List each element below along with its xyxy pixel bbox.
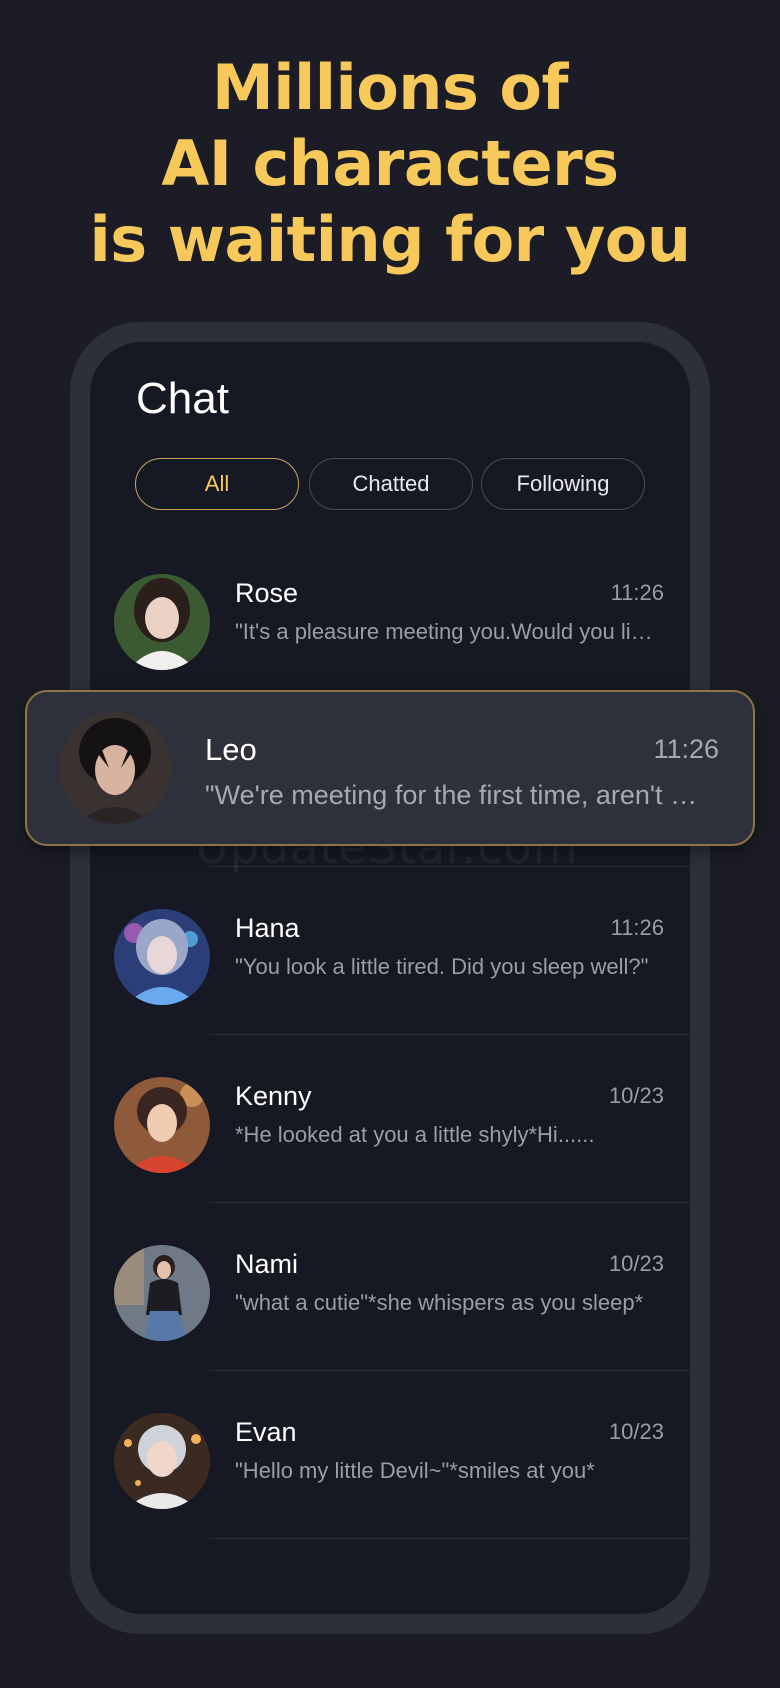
avatar xyxy=(114,909,210,1005)
promo-headline: Millions of AI characters is waiting for… xyxy=(0,50,780,278)
avatar xyxy=(114,574,210,670)
headline-line-1: Millions of xyxy=(212,51,569,124)
page-title: Chat xyxy=(136,374,229,423)
chat-item-evan[interactable]: Evan 10/23 "Hello my little Devil~"*smil… xyxy=(90,1391,690,1531)
contact-name: Kenny xyxy=(235,1081,312,1111)
avatar xyxy=(59,712,171,824)
message-time: 11:26 xyxy=(653,734,719,764)
tab-following[interactable]: Following xyxy=(481,458,645,510)
message-time: 11:26 xyxy=(610,915,664,940)
chat-item-hana[interactable]: Hana 11:26 "You look a little tired. Did… xyxy=(90,887,690,1027)
contact-name: Nami xyxy=(235,1249,299,1279)
headline-line-3: is waiting for you xyxy=(89,203,691,276)
divider xyxy=(210,1034,690,1035)
message-time: 10/23 xyxy=(608,1419,664,1444)
divider xyxy=(210,1370,690,1371)
message-preview: "We're meeting for the first time, aren'… xyxy=(205,780,705,810)
message-time: 11:26 xyxy=(610,580,664,605)
avatar xyxy=(114,1413,210,1509)
divider xyxy=(210,1538,690,1539)
message-preview: "Hello my little Devil~"*smiles at you* xyxy=(235,1458,595,1483)
chat-item-kenny[interactable]: Kenny 10/23 *He looked at you a little s… xyxy=(90,1055,690,1195)
tab-chatted[interactable]: Chatted xyxy=(309,458,473,510)
message-preview: *He looked at you a little shyly*Hi.....… xyxy=(235,1122,595,1147)
contact-name: Rose xyxy=(235,578,299,608)
avatar xyxy=(114,1077,210,1173)
headline-line-2: AI characters xyxy=(161,127,619,200)
contact-name: Leo xyxy=(205,732,257,767)
message-preview: "You look a little tired. Did you sleep … xyxy=(235,954,649,979)
avatar xyxy=(114,1245,210,1341)
chat-item-rose[interactable]: Rose 11:26 "It's a pleasure meeting you.… xyxy=(90,552,690,692)
contact-name: Evan xyxy=(235,1417,297,1447)
chat-item-nami[interactable]: Nami 10/23 "what a cutie"*she whispers a… xyxy=(90,1223,690,1363)
message-time: 10/23 xyxy=(608,1083,664,1108)
message-time: 10/23 xyxy=(608,1251,664,1276)
message-preview: "what a cutie"*she whispers as you sleep… xyxy=(235,1290,644,1315)
contact-name: Hana xyxy=(235,913,300,943)
chat-item-leo-highlighted[interactable]: Leo 11:26 "We're meeting for the first t… xyxy=(25,690,755,846)
divider xyxy=(210,1202,690,1203)
tab-all[interactable]: All xyxy=(135,458,299,510)
message-preview: "It's a pleasure meeting you.Would you l… xyxy=(235,619,660,644)
